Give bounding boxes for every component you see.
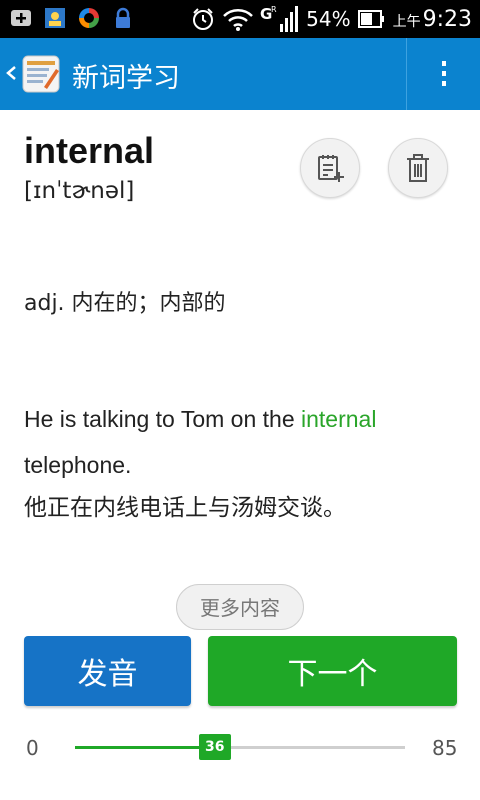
add-to-notebook-button[interactable] (300, 138, 360, 198)
definition-text: adj. 内在的；内部的 (24, 291, 226, 316)
contact-card-icon (45, 8, 65, 28)
phonetic-text: [ɪnˈtɚnəl] (24, 178, 135, 204)
clock: 上午9:23 (393, 7, 472, 32)
more-content-button[interactable]: 更多内容 (176, 584, 304, 630)
progress-fill (75, 746, 215, 749)
overflow-menu-button[interactable] (407, 38, 480, 110)
lock-icon (116, 7, 130, 28)
back-chevron-icon[interactable] (4, 58, 18, 88)
progress-min-label: 0 (26, 736, 39, 760)
example-text-after: telephone. (24, 452, 132, 478)
example-translation: 他正在内线电话上与汤姆交谈。 (24, 495, 346, 521)
more-vert-icon (441, 61, 446, 86)
svg-text:R: R (271, 5, 277, 14)
notebook-add-icon (318, 155, 344, 182)
trash-icon (407, 154, 429, 182)
time-period: 上午 (392, 13, 421, 30)
progress-thumb[interactable]: 36 (198, 734, 231, 760)
app-logo-icon[interactable] (20, 53, 62, 95)
time: 9:23 (422, 6, 472, 32)
next-word-button[interactable]: 下一个 (208, 636, 457, 706)
delete-word-button[interactable] (388, 138, 448, 198)
example-text-before: He is talking to Tom on the (24, 406, 301, 432)
alarm-icon (193, 8, 214, 30)
progress-max-label: 85 (432, 736, 458, 760)
pronounce-button[interactable]: 发音 (24, 636, 191, 706)
battery-icon (357, 10, 384, 28)
wifi-icon (223, 9, 254, 31)
page-title: 新词学习 (72, 63, 180, 94)
sync-app-icon (79, 8, 99, 28)
example-sentence: He is talking to Tom on the internal tel… (24, 396, 464, 488)
app-bar: 新词学习 (0, 38, 480, 110)
progress-track[interactable] (75, 746, 405, 749)
battery-percent: 54% (306, 7, 351, 31)
add-notification-icon (11, 10, 31, 26)
example-highlight: internal (301, 406, 377, 432)
status-bar: G R 54% 上午9:23 (0, 0, 480, 38)
signal-icon: G R (260, 5, 299, 32)
word-text: internal (24, 130, 155, 171)
